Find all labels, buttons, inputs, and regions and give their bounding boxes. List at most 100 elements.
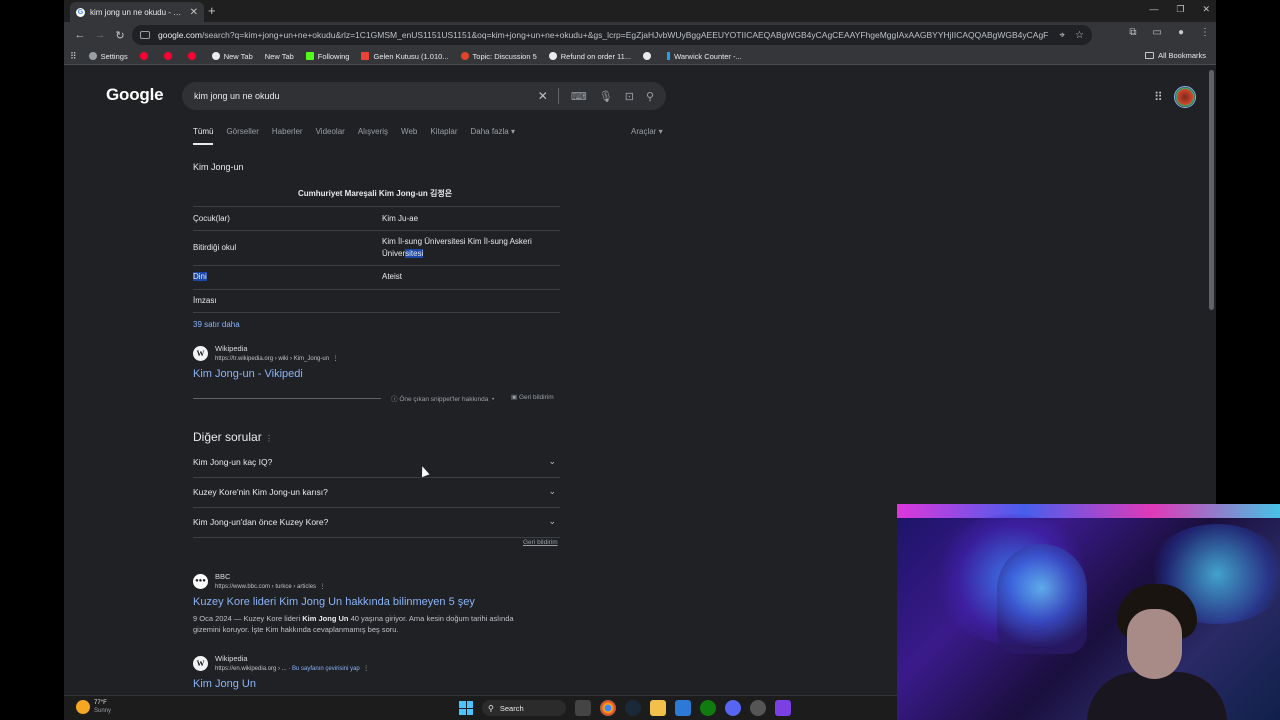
source-url: https://www.bbc.com › turkce › articles … <box>215 584 326 590</box>
bookmark-topic-discussion[interactable]: Topic: Discussion 5 <box>460 52 537 61</box>
windows-start-icon[interactable] <box>459 701 473 715</box>
new-tab-icon[interactable]: + <box>208 3 216 18</box>
chevron-down-icon[interactable]: ⌄ <box>548 486 556 497</box>
bookmark-youtube-3[interactable] <box>187 52 200 60</box>
site-info-icon[interactable] <box>140 31 150 39</box>
app-icon[interactable] <box>750 700 766 716</box>
bookmark-following[interactable]: Following <box>305 52 349 61</box>
google-logo[interactable]: Google <box>106 85 164 105</box>
close-window-icon[interactable]: ✕ <box>1202 4 1210 15</box>
close-tab-icon[interactable]: ✕ <box>190 7 198 18</box>
lens-icon[interactable]: ⊡ <box>625 90 634 103</box>
xbox-icon[interactable] <box>700 700 716 716</box>
result-link[interactable]: Kim Jong Un <box>193 678 256 690</box>
cast-icon[interactable]: ▭ <box>1153 27 1162 38</box>
back-icon[interactable]: ← <box>70 29 90 41</box>
translate-link[interactable]: Bu sayfanın çevirisini yap <box>292 666 360 672</box>
bookmark-new-tab-2[interactable]: New Tab <box>265 52 294 61</box>
tab-news[interactable]: Haberler <box>272 127 303 145</box>
search-box[interactable]: kim jong un ne okudu ✕ ⌨ 🎙 ⊡ ⚲ <box>182 82 666 110</box>
tab-web[interactable]: Web <box>401 127 417 145</box>
keyboard-icon[interactable]: ⌨ <box>571 90 587 103</box>
tab-all[interactable]: Tümü <box>193 127 214 145</box>
location-icon[interactable]: ⌖ <box>1059 30 1065 41</box>
file-explorer-icon[interactable] <box>650 700 666 716</box>
steam-icon[interactable] <box>625 700 641 716</box>
minimize-icon[interactable]: — <box>1149 4 1158 15</box>
more-options-icon[interactable]: ⋮ <box>363 666 369 672</box>
question-item[interactable]: Kuzey Kore'nin Kim Jong-un karısı? ⌄ <box>193 478 560 508</box>
weather-widget[interactable]: 77°F Sunny <box>76 699 111 715</box>
chevron-down-icon[interactable]: ⌄ <box>548 456 556 467</box>
source-url: https://tr.wikipedia.org › wiki › Kim_Jo… <box>215 356 339 362</box>
profile-icon[interactable]: ● <box>1178 27 1184 38</box>
bookmark-youtube-1[interactable] <box>139 52 152 60</box>
bookmark-youtube-2[interactable] <box>163 52 176 60</box>
avatar[interactable] <box>1174 86 1196 108</box>
bookmark-refund[interactable]: Refund on order 11... <box>548 52 631 61</box>
address-bar[interactable]: google.com/search?q=kim+jong+un+ne+okudu… <box>132 25 1092 45</box>
browser-tab[interactable]: G kim jong un ne okudu - Google S ✕ <box>70 2 204 22</box>
tab-videos[interactable]: Videolar <box>316 127 345 145</box>
task-view-icon[interactable] <box>575 700 591 716</box>
tools-button[interactable]: Araçlar ▾ <box>631 127 663 136</box>
menu-icon[interactable]: ⋮ <box>1200 27 1210 38</box>
streamer <box>1087 584 1227 720</box>
tab-images[interactable]: Görseller <box>226 127 258 145</box>
extensions-icon[interactable]: ⧉ <box>1129 27 1136 38</box>
forward-icon[interactable]: → <box>90 29 110 41</box>
more-options-icon[interactable]: ⋮ <box>332 356 338 362</box>
row-key: İmzası <box>193 296 217 305</box>
microphone-icon[interactable]: 🎙 <box>599 90 613 103</box>
globe-icon <box>548 52 557 60</box>
more-options-icon[interactable]: ⋮ <box>265 434 273 443</box>
table-row: Dini Ateist <box>193 265 560 289</box>
taskbar-search[interactable]: ⚲ Search <box>482 700 566 716</box>
reload-icon[interactable]: ↻ <box>110 29 130 42</box>
feedback-link[interactable]: ▣ Geri bildirim <box>511 393 554 401</box>
browser-toolbar: ← → ↻ google.com/search?q=kim+jong+un+ne… <box>64 22 1216 48</box>
bookmark-settings[interactable]: Settings <box>88 52 128 61</box>
bookmark-globe[interactable] <box>643 52 655 60</box>
app-icon[interactable] <box>775 700 791 716</box>
google-apps-icon[interactable]: ⠿ <box>1154 90 1163 104</box>
tab-more[interactable]: Daha fazla ▾ <box>470 127 514 145</box>
forum-icon <box>460 52 469 60</box>
tab-title: kim jong un ne okudu - Google S <box>90 7 186 17</box>
weather-text: 77°F Sunny <box>94 700 112 714</box>
question-item[interactable]: Kim Jong-un kaç IQ? ⌄ <box>193 448 560 478</box>
discord-icon[interactable] <box>725 700 741 716</box>
chevron-down-icon[interactable]: ⌄ <box>548 516 556 527</box>
search-icon[interactable]: ⚲ <box>646 90 654 103</box>
row-key: Bitirdiği okul <box>193 243 237 252</box>
store-icon[interactable] <box>675 700 691 716</box>
search-input[interactable]: kim jong un ne okudu <box>194 91 526 101</box>
more-options-icon[interactable]: ⋮ <box>319 584 325 590</box>
search-tabs: Tümü Görseller Haberler Videolar Alışver… <box>193 127 663 145</box>
bookmark-new-tab-1[interactable]: New Tab <box>211 52 253 61</box>
bookmark-warwick[interactable]: Warwick Counter -... <box>667 52 742 61</box>
folder-icon <box>1145 52 1155 59</box>
result-link[interactable]: Kuzey Kore lideri Kim Jong Un hakkında b… <box>193 596 475 608</box>
tab-books[interactable]: Kitaplar <box>430 127 457 145</box>
all-bookmarks[interactable]: All Bookmarks <box>1145 51 1206 60</box>
feedback-link[interactable]: Geri bildirim <box>523 539 558 546</box>
chrome-icon[interactable] <box>600 700 616 716</box>
question-item[interactable]: Kim Jong-un'dan önce Kuzey Kore? ⌄ <box>193 508 560 538</box>
clear-icon[interactable]: ✕ <box>538 89 548 103</box>
bookmark-gmail[interactable]: Gelen Kutusu (1.010... <box>361 52 449 61</box>
apps-grid-icon[interactable]: ⠿ <box>70 51 77 62</box>
bookmark-star-icon[interactable]: ☆ <box>1075 30 1084 41</box>
source-name: Wikipedia <box>215 654 248 663</box>
table-row: Bitirdiği okul Kim İl-sung Üniversitesi … <box>193 230 560 265</box>
page-scrollbar[interactable] <box>1209 70 1214 310</box>
table-row: Çocuk(lar) Kim Ju-ae <box>193 206 560 230</box>
more-rows-link[interactable]: 39 satır daha <box>193 320 240 329</box>
search-divider <box>557 88 559 104</box>
taskbar-icons: ⚲ Search <box>459 700 791 716</box>
result-link[interactable]: Kim Jong-un - Vikipedi <box>193 368 303 380</box>
tab-shopping[interactable]: Alışveriş <box>358 127 388 145</box>
result-snippet: 9 Oca 2024 — Kuzey Kore lideri Kim Jong … <box>193 614 514 634</box>
about-snippets-link[interactable]: ⓘ Öne çıkan snippet'ler hakkında • <box>391 393 494 403</box>
restore-icon[interactable]: ❐ <box>1176 4 1184 15</box>
